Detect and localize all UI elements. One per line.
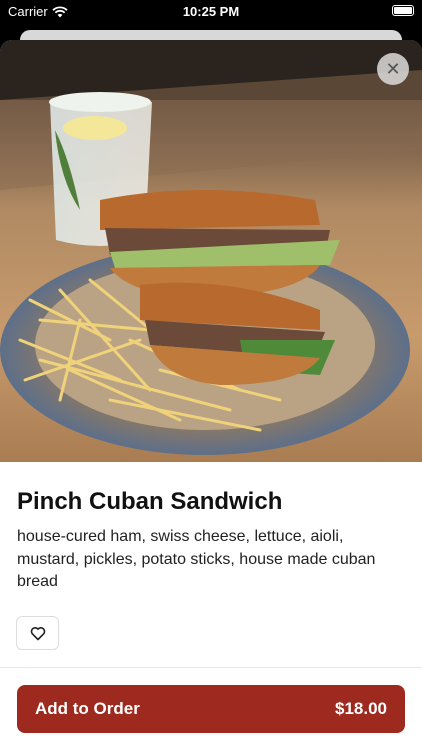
status-bar: Carrier 10:25 PM	[0, 0, 422, 24]
clock: 10:25 PM	[182, 4, 240, 19]
battery-icon	[392, 5, 414, 16]
favorite-button[interactable]	[16, 616, 59, 650]
item-photo: ✕	[0, 40, 422, 462]
item-detail-sheet: ✕ Pinch Cuban Sandwich house-cured ham, …	[0, 40, 422, 750]
add-to-order-button[interactable]: Add to Order $18.00	[17, 685, 405, 733]
sandwich-illustration	[0, 40, 422, 455]
item-description: house-cured ham, swiss cheese, lettuce, …	[17, 528, 376, 590]
close-icon: ✕	[385, 59, 401, 79]
divider	[0, 667, 422, 668]
item-price: $18.00	[335, 699, 387, 718]
heart-icon	[30, 626, 45, 640]
item-info: Pinch Cuban Sandwich house-cured ham, sw…	[17, 488, 405, 594]
close-button[interactable]: ✕	[377, 53, 409, 85]
item-title: Pinch Cuban Sandwich	[17, 488, 283, 515]
add-to-order-label: Add to Order	[35, 699, 140, 718]
